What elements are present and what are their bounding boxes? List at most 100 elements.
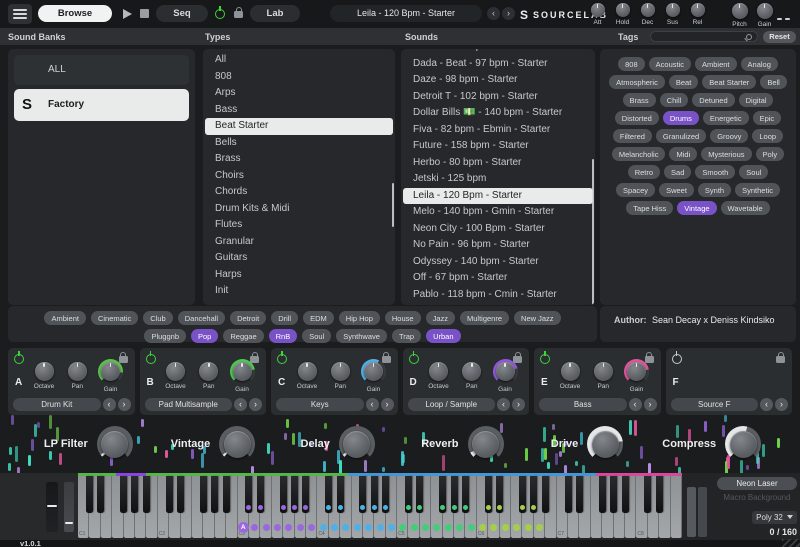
source-select[interactable]: Loop / Sample <box>408 398 496 411</box>
black-key[interactable] <box>211 476 218 513</box>
tag-pill[interactable]: Spacey <box>616 183 655 197</box>
tag-pill[interactable]: 808 <box>618 57 645 71</box>
keyboard[interactable]: C1C2C3AC4C5C6C7C8 <box>78 476 682 538</box>
power-icon[interactable] <box>14 354 24 364</box>
effect-knob-cap[interactable] <box>472 431 499 458</box>
keyboard-range-handle[interactable] <box>687 487 696 537</box>
black-key[interactable] <box>97 476 104 513</box>
prev-source-button[interactable]: ‹ <box>497 398 510 411</box>
effect-knob-cap[interactable] <box>224 431 251 458</box>
genre-pill[interactable]: Detroit <box>230 311 266 325</box>
power-icon[interactable] <box>672 354 682 364</box>
tag-pill[interactable]: Synthetic <box>735 183 780 197</box>
octave-knob[interactable] <box>298 362 317 381</box>
genre-pill[interactable]: Dancehall <box>178 311 225 325</box>
black-key[interactable] <box>166 476 173 513</box>
effect-knob-cap[interactable] <box>730 431 757 458</box>
octave-knob[interactable] <box>561 362 580 381</box>
genre-pill[interactable]: Trap <box>392 329 421 343</box>
tag-pill[interactable]: Sweet <box>659 183 694 197</box>
genre-pill[interactable]: RnB <box>269 329 298 343</box>
tag-pill[interactable]: Drums <box>663 111 699 125</box>
genre-pill[interactable]: Drill <box>271 311 298 325</box>
sound-item[interactable]: Off - 67 bpm - Starter <box>401 270 595 287</box>
power-icon[interactable] <box>146 354 156 364</box>
tag-pill[interactable]: Vintage <box>677 201 716 215</box>
stop-icon[interactable] <box>140 9 149 18</box>
black-key[interactable] <box>565 476 572 513</box>
lock-icon[interactable] <box>234 11 243 18</box>
black-key[interactable] <box>644 476 651 513</box>
gain-knob[interactable] <box>101 362 120 381</box>
power-icon[interactable] <box>409 354 419 364</box>
black-key[interactable] <box>576 476 583 513</box>
sound-item[interactable]: Odyssey - 140 bpm - Starter <box>401 254 595 271</box>
rel-knob[interactable] <box>691 3 705 17</box>
sound-item[interactable]: Leila - 120 Bpm - Starter <box>403 188 593 205</box>
att-knob[interactable] <box>591 3 605 17</box>
genre-pill[interactable]: Multigenre <box>460 311 509 325</box>
sound-item[interactable]: No Pain - 96 bpm - Starter <box>401 237 595 254</box>
black-key[interactable] <box>223 476 230 513</box>
resize-handle-icon[interactable] <box>777 18 790 20</box>
poly-select[interactable]: Poly 32 <box>752 511 797 524</box>
pan-knob[interactable] <box>462 362 481 381</box>
tag-pill[interactable]: Synth <box>698 183 731 197</box>
preset-select[interactable]: Leila - 120 Bpm - Starter <box>330 5 482 22</box>
tag-pill[interactable]: Wavetable <box>721 201 770 215</box>
genre-pill[interactable]: Synthwave <box>336 329 387 343</box>
types-scrollbar[interactable] <box>392 183 395 227</box>
source-select[interactable]: Keys <box>276 398 364 411</box>
effect-knob[interactable] <box>97 426 133 462</box>
effect-knob[interactable] <box>587 426 623 462</box>
type-item[interactable]: Bells <box>203 135 395 152</box>
lab-tab[interactable]: Lab <box>250 5 300 22</box>
tag-pill[interactable]: Acoustic <box>649 57 691 71</box>
pan-knob[interactable] <box>68 362 87 381</box>
tag-pill[interactable]: Beat <box>669 75 698 89</box>
type-item[interactable]: Harps <box>203 267 395 284</box>
genre-pill[interactable]: Jazz <box>426 311 455 325</box>
search-input[interactable] <box>650 31 758 42</box>
tag-pill[interactable]: Ambient <box>695 57 737 71</box>
black-key[interactable] <box>86 476 93 513</box>
reset-button[interactable]: Reset <box>763 31 796 43</box>
source-select[interactable]: Drum Kit <box>13 398 101 411</box>
sound-item[interactable]: Future - 158 bpm - Starter <box>401 138 595 155</box>
genre-pill[interactable]: New Jazz <box>514 311 561 325</box>
black-key[interactable] <box>200 476 207 513</box>
genre-pill[interactable]: Reggae <box>223 329 263 343</box>
gain-knob[interactable] <box>364 362 383 381</box>
black-key[interactable] <box>131 476 138 513</box>
next-source-button[interactable]: › <box>249 398 262 411</box>
genre-pill[interactable]: Hip Hop <box>339 311 380 325</box>
effect-knob-cap[interactable] <box>101 431 128 458</box>
black-key[interactable] <box>177 476 184 513</box>
resize-grip-icon[interactable] <box>782 539 800 547</box>
octave-knob[interactable] <box>166 362 185 381</box>
hold-knob[interactable] <box>616 3 630 17</box>
type-item[interactable]: Flutes <box>203 217 395 234</box>
source-select[interactable]: Pad Multisample <box>145 398 233 411</box>
tag-pill[interactable]: Melancholic <box>612 147 666 161</box>
tag-pill[interactable]: Digital <box>739 93 774 107</box>
genre-pill[interactable]: Pop <box>191 329 218 343</box>
octave-knob[interactable] <box>429 362 448 381</box>
sound-item[interactable]: Dollar Bills 💵 - 140 bpm - Starter <box>401 105 595 122</box>
next-source-button[interactable]: › <box>118 398 131 411</box>
white-key[interactable] <box>671 476 682 538</box>
tag-pill[interactable]: Distorted <box>615 111 659 125</box>
black-key[interactable] <box>622 476 629 513</box>
type-item[interactable]: Drum Kits & Midi <box>203 201 395 218</box>
octave-knob[interactable] <box>35 362 54 381</box>
next-source-button[interactable]: › <box>644 398 657 411</box>
tag-pill[interactable]: Midi <box>669 147 697 161</box>
bank-item[interactable]: SFactory <box>14 89 189 121</box>
browse-tab[interactable]: Browse <box>38 5 112 22</box>
sound-item[interactable]: Neon City - 100 Bpm - Starter <box>401 221 595 238</box>
genre-pill[interactable]: Cinematic <box>91 311 138 325</box>
keyboard-range-handle[interactable] <box>698 487 707 537</box>
black-key[interactable] <box>656 476 663 513</box>
type-item[interactable]: Init <box>203 283 395 300</box>
sound-item[interactable]: Fiva - 82 bpm - Ebmin - Starter <box>401 122 595 139</box>
